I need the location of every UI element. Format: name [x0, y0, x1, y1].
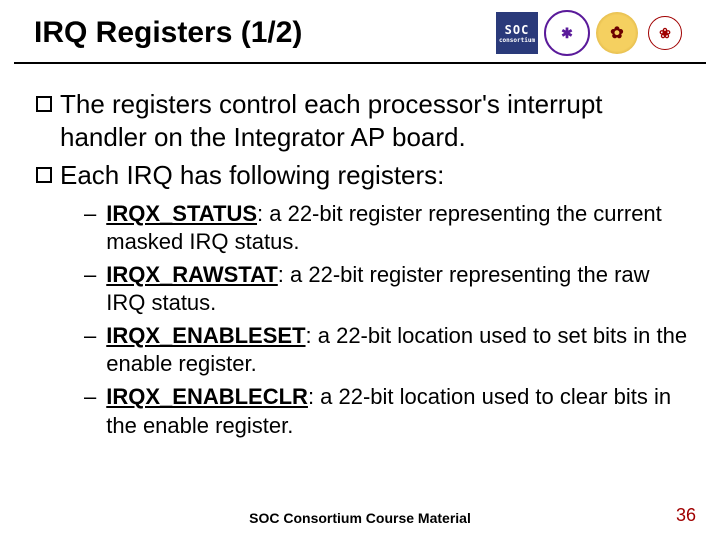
square-bullet-icon	[36, 96, 52, 112]
register-name: IRQX_STATUS	[106, 201, 257, 226]
slide: IRQ Registers (1/2) SOC consortium ✱ ✿ ❀…	[0, 0, 720, 540]
list-item: – IRQX_ENABLESET: a 22-bit location used…	[84, 322, 688, 379]
slide-body: The registers control each processor's i…	[0, 64, 720, 440]
university-seal-1-icon: ✿	[596, 12, 638, 54]
register-name: IRQX_RAWSTAT	[106, 262, 278, 287]
dash-bullet-icon: –	[84, 322, 96, 379]
footer-text: SOC Consortium Course Material	[0, 510, 720, 526]
slide-header: IRQ Registers (1/2) SOC consortium ✱ ✿ ❀	[14, 0, 706, 64]
list-item: – IRQX_STATUS: a 22-bit register represe…	[84, 200, 688, 257]
logo-row: SOC consortium ✱ ✿ ❀	[496, 10, 686, 56]
dash-bullet-icon: –	[84, 383, 96, 440]
dash-bullet-icon: –	[84, 200, 96, 257]
bullet-item: Each IRQ has following registers:	[36, 159, 688, 192]
page-number: 36	[676, 505, 696, 526]
register-name: IRQX_ENABLECLR	[106, 384, 308, 409]
bullet-item: The registers control each processor's i…	[36, 88, 688, 153]
soc-logo-icon: SOC consortium	[496, 12, 538, 54]
bullet-text: The registers control each processor's i…	[60, 88, 688, 153]
list-item: – IRQX_ENABLECLR: a 22-bit location used…	[84, 383, 688, 440]
register-name: IRQX_ENABLESET	[106, 323, 305, 348]
square-bullet-icon	[36, 167, 52, 183]
slide-title: IRQ Registers (1/2)	[34, 16, 302, 50]
list-item: – IRQX_RAWSTAT: a 22-bit register repres…	[84, 261, 688, 318]
register-list: – IRQX_STATUS: a 22-bit register represe…	[84, 200, 688, 441]
consortium-logo-icon: ✱	[544, 10, 590, 56]
dash-bullet-icon: –	[84, 261, 96, 318]
bullet-text: Each IRQ has following registers:	[60, 159, 688, 192]
university-seal-2-icon: ❀	[644, 12, 686, 54]
